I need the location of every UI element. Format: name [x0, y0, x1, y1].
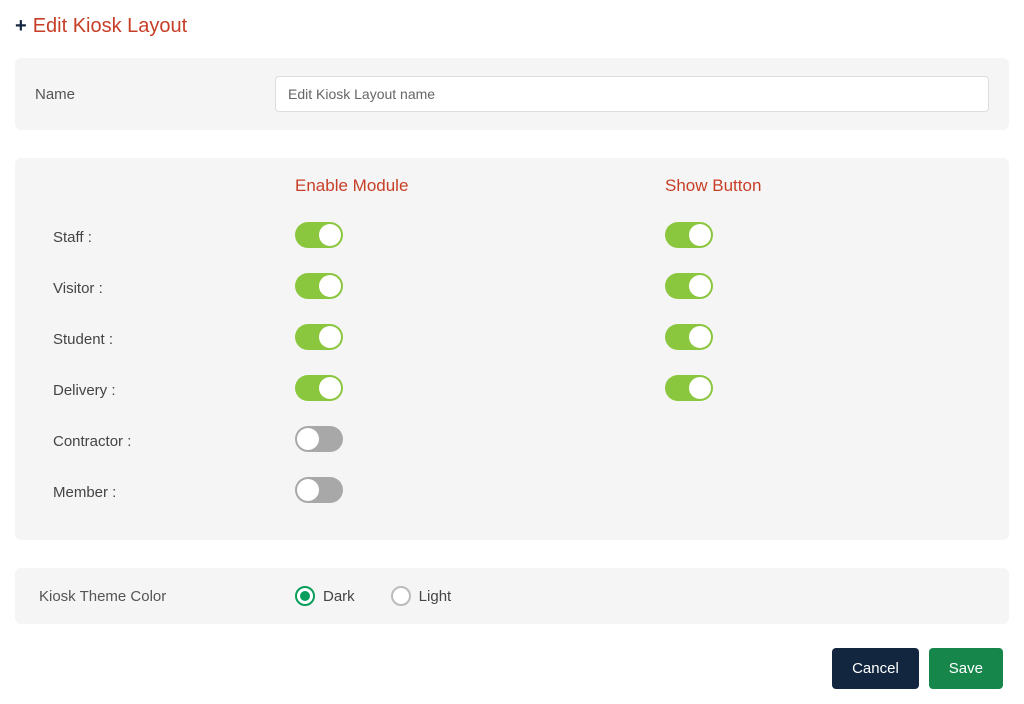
module-label: Member : — [35, 484, 295, 501]
enable-module-toggle[interactable] — [295, 375, 343, 401]
module-label: Staff : — [35, 229, 295, 246]
theme-panel: Kiosk Theme Color Dark Light — [15, 568, 1009, 624]
theme-radio-item[interactable]: Light — [391, 586, 452, 606]
show-button-toggle[interactable] — [665, 273, 713, 299]
module-row: Member : — [35, 467, 989, 518]
module-row: Contractor : — [35, 416, 989, 467]
radio-icon — [391, 586, 411, 606]
name-panel: Name — [15, 58, 1009, 130]
show-button-toggle[interactable] — [665, 222, 713, 248]
module-row: Delivery : — [35, 365, 989, 416]
page-title-text: Edit Kiosk Layout — [33, 15, 188, 38]
modules-panel: Enable Module Show Button Staff : Visitor… — [15, 158, 1009, 540]
radio-label: Light — [419, 588, 452, 605]
cancel-button[interactable]: Cancel — [832, 648, 919, 689]
module-label: Student : — [35, 331, 295, 348]
module-label: Delivery : — [35, 382, 295, 399]
theme-label: Kiosk Theme Color — [35, 588, 295, 605]
enable-module-toggle[interactable] — [295, 273, 343, 299]
enable-module-header: Enable Module — [295, 176, 665, 196]
name-label: Name — [35, 86, 275, 103]
show-button-header: Show Button — [665, 176, 989, 196]
show-button-toggle[interactable] — [665, 375, 713, 401]
show-button-toggle[interactable] — [665, 324, 713, 350]
plus-icon: + — [15, 15, 27, 38]
radio-label: Dark — [323, 588, 355, 605]
save-button[interactable]: Save — [929, 648, 1003, 689]
enable-module-toggle[interactable] — [295, 426, 343, 452]
module-row: Staff : — [35, 212, 989, 263]
theme-radio-group: Dark Light — [295, 586, 451, 606]
enable-module-toggle[interactable] — [295, 477, 343, 503]
module-label: Contractor : — [35, 433, 295, 450]
page-title: + Edit Kiosk Layout — [15, 15, 1009, 38]
theme-radio-item[interactable]: Dark — [295, 586, 355, 606]
module-label: Visitor : — [35, 280, 295, 297]
enable-module-toggle[interactable] — [295, 324, 343, 350]
name-input[interactable] — [275, 76, 989, 112]
actions-bar: Cancel Save — [15, 648, 1009, 689]
radio-icon — [295, 586, 315, 606]
enable-module-toggle[interactable] — [295, 222, 343, 248]
module-row: Student : — [35, 314, 989, 365]
module-row: Visitor : — [35, 263, 989, 314]
